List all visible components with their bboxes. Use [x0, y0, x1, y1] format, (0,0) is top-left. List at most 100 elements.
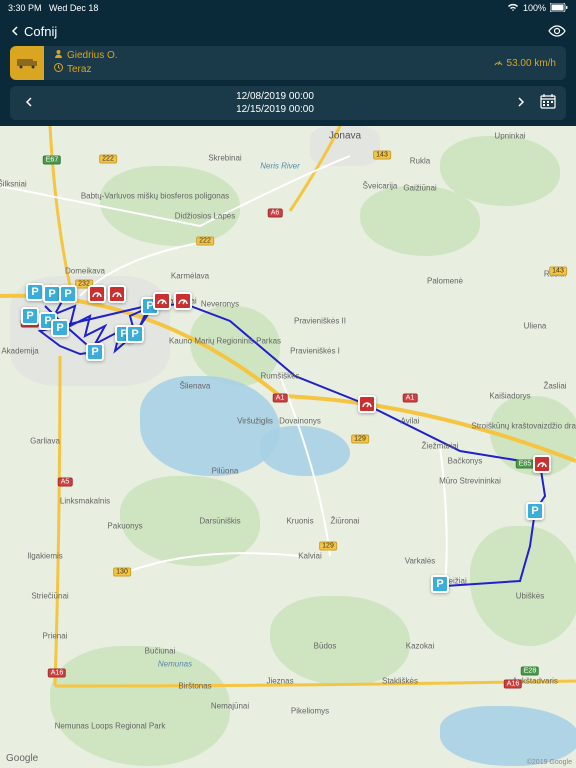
city-label: Šlienava	[180, 382, 211, 391]
parking-marker[interactable]: P	[51, 319, 69, 337]
vehicle-badge	[10, 46, 44, 80]
city-label: Kazokai	[406, 642, 434, 651]
city-label: Skrebinai	[208, 154, 241, 163]
calendar-button[interactable]	[540, 93, 556, 114]
calendar-icon	[540, 93, 556, 109]
battery-pct: 100%	[523, 3, 546, 13]
city-label: Varkalės	[405, 557, 436, 566]
chevron-right-icon	[516, 97, 526, 107]
clock-icon	[54, 63, 63, 77]
parking-marker[interactable]: P	[431, 575, 449, 593]
city-label: Karmėlava	[171, 272, 209, 281]
city-label: Domeikava	[65, 267, 105, 276]
back-label: Cofnij	[24, 24, 57, 39]
road-shield: E85	[516, 460, 534, 469]
road-shield: E67	[43, 156, 61, 165]
prev-range-button[interactable]	[20, 96, 38, 110]
city-label: Bačkonys	[448, 457, 483, 466]
city-label: Birštonas	[178, 682, 211, 691]
status-left: 3:30 PM Wed Dec 18	[8, 3, 98, 13]
speed-icon	[494, 57, 503, 69]
road-shield: A5	[58, 478, 73, 487]
city-label: Šveicarija	[363, 182, 398, 191]
wifi-icon	[507, 3, 519, 14]
city-label: Garliava	[30, 437, 60, 446]
city-label: Jieznas	[266, 677, 293, 686]
nav-bar: Cofnij	[0, 16, 576, 46]
parking-marker[interactable]: P	[21, 307, 39, 325]
city-label: Nemajūnai	[211, 702, 249, 711]
city-label: Kruonis	[286, 517, 313, 526]
city-label: Dovainonys	[279, 417, 321, 426]
parking-marker[interactable]: P	[526, 502, 544, 520]
city-label: Stakliškės	[382, 677, 418, 686]
back-button[interactable]: Cofnij	[10, 24, 57, 39]
overspeed-marker[interactable]	[174, 292, 192, 310]
city-label: Gaižiūnai	[403, 184, 436, 193]
map-logo: Google	[6, 753, 38, 764]
road-shield: A16	[504, 680, 522, 689]
map-attribution: ©2019 Google	[527, 759, 572, 766]
city-label: Žiežmariai	[422, 442, 459, 451]
city-label: Palomenė	[427, 277, 463, 286]
driver-name: Giedrius O.	[67, 49, 118, 63]
city-label: Darsūniškis	[199, 517, 240, 526]
next-range-button[interactable]	[512, 96, 530, 110]
city-label: Viršužiglis	[237, 417, 273, 426]
road-shield: 130	[113, 568, 131, 577]
city-label: Striečiūnai	[31, 592, 68, 601]
city-label: Kalviai	[298, 552, 322, 561]
city-label: Šilksniai	[0, 180, 27, 189]
overspeed-marker[interactable]	[153, 292, 171, 310]
date-end: 12/15/2019 00:00	[38, 103, 512, 116]
parking-marker[interactable]: P	[26, 283, 44, 301]
city-label: Žiūronai	[331, 517, 360, 526]
road-shield: A1	[403, 394, 418, 403]
city-label: Pilūona	[212, 467, 239, 476]
road-shield: 143	[549, 267, 567, 276]
city-label: Jonava	[329, 131, 361, 142]
road-shield: 143	[373, 151, 391, 160]
parking-marker[interactable]: P	[86, 343, 104, 361]
status-bar: 3:30 PM Wed Dec 18 100%	[0, 0, 576, 16]
status-date: Wed Dec 18	[49, 3, 98, 13]
date-range-display[interactable]: 12/08/2019 00:00 12/15/2019 00:00	[38, 90, 512, 116]
date-start: 12/08/2019 00:00	[38, 90, 512, 103]
speed-value: 53.00 km/h	[507, 58, 556, 69]
overspeed-marker[interactable]	[88, 285, 106, 303]
vehicle-info-bar[interactable]: Giedrius O. Teraz 53.00 km/h	[10, 46, 566, 80]
city-label: Pravieniškės II	[294, 317, 346, 326]
city-label: Didžiosios Lapės	[175, 212, 235, 221]
overspeed-marker[interactable]	[533, 455, 551, 473]
van-icon	[15, 57, 39, 69]
city-label: Ilgakiemis	[27, 552, 63, 561]
parking-marker[interactable]: P	[126, 325, 144, 343]
city-label: Pravieniškės I	[290, 347, 340, 356]
status-text: Teraz	[67, 63, 91, 77]
city-label: Rukla	[410, 157, 430, 166]
status-right: 100%	[507, 3, 568, 14]
city-label: Kaišiadorys	[489, 392, 530, 401]
visibility-toggle[interactable]	[548, 25, 566, 37]
city-label: Neveronys	[201, 300, 239, 309]
eye-icon	[548, 25, 566, 37]
city-label: Pikeliomys	[291, 707, 329, 716]
river-label: Neris River	[260, 162, 300, 171]
city-label: Babtų-Varluvos miškų biosferos poligonas	[81, 192, 229, 201]
city-label: Rumšiškės	[260, 372, 299, 381]
overspeed-marker[interactable]	[358, 395, 376, 413]
road-shield: A16	[48, 669, 66, 678]
road-shield: 222	[99, 155, 117, 164]
city-label: Žasliai	[543, 382, 566, 391]
city-label: Ubiškės	[516, 592, 544, 601]
city-label: Pakuonys	[107, 522, 142, 531]
overspeed-marker[interactable]	[108, 285, 126, 303]
city-label: Akademija	[1, 347, 38, 356]
city-label: Stroiškūnų kraštovaizdžio draustinis	[471, 422, 576, 431]
route-overlay	[0, 126, 576, 768]
parking-marker[interactable]: P	[59, 285, 77, 303]
road-shield: 129	[351, 435, 369, 444]
city-label: Nemunas Loops Regional Park	[55, 722, 166, 731]
map[interactable]: JonavaSkrebinaiUpninkaiRuklaBabtų-Varluv…	[0, 126, 576, 768]
city-label: Uliena	[524, 322, 547, 331]
